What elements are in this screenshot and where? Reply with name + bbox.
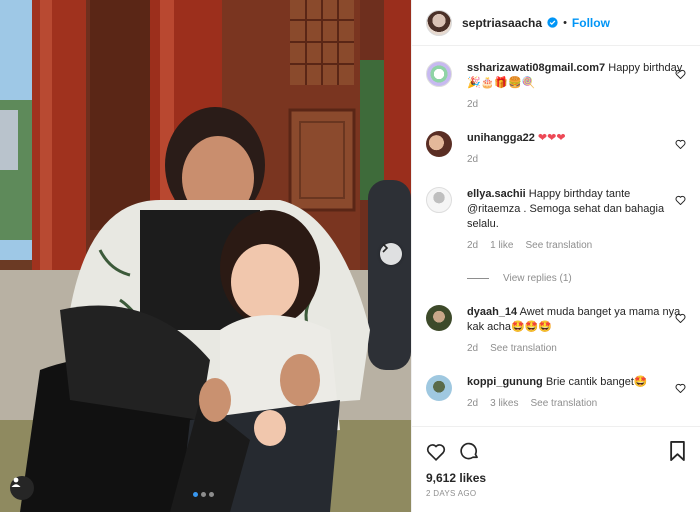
comment-age: 2d xyxy=(467,154,479,165)
comment-item: koppi_gunung Brie cantik banget🤩 2d 3 li… xyxy=(426,375,686,411)
post-date: 2 DAYS AGO xyxy=(426,489,477,498)
header-separator: • xyxy=(563,16,567,29)
comment-username[interactable]: ellya.sachii xyxy=(467,188,526,200)
comment-username[interactable]: unihangga22 xyxy=(467,132,535,144)
comment-item: ssharizawati08gmail.com7 Happy birthday … xyxy=(426,61,686,112)
comment-icon[interactable] xyxy=(460,441,480,461)
comment-avatar[interactable] xyxy=(426,61,452,87)
heart-icon[interactable] xyxy=(426,442,446,461)
photo-illustration xyxy=(0,0,411,512)
action-bar xyxy=(426,439,686,463)
replies-divider xyxy=(467,278,489,279)
comment-age: 2d xyxy=(467,343,479,354)
comments-list: ssharizawati08gmail.com7 Happy birthday … xyxy=(412,47,700,425)
next-photo-button[interactable] xyxy=(380,243,402,265)
carousel-indicator xyxy=(193,492,214,497)
comment-likes-count[interactable]: 1 like xyxy=(490,238,513,253)
carousel-dot xyxy=(201,492,206,497)
comment-avatar[interactable] xyxy=(426,375,452,401)
comment-username[interactable]: ssharizawati08gmail.com7 xyxy=(467,62,605,74)
comment-like-heart-icon[interactable] xyxy=(675,383,686,396)
comment-age: 2d xyxy=(467,240,479,251)
see-translation-link[interactable]: See translation xyxy=(490,341,557,356)
comment-like-heart-icon[interactable] xyxy=(675,313,686,326)
comment-like-heart-icon[interactable] xyxy=(675,69,686,82)
see-translation-link[interactable]: See translation xyxy=(530,396,597,411)
carousel-dot xyxy=(193,492,198,497)
comment-username[interactable]: koppi_gunung xyxy=(467,376,543,388)
comment-like-heart-icon[interactable] xyxy=(675,139,686,152)
verified-badge-icon xyxy=(547,17,558,28)
comment-text: Brie cantik banget🤩 xyxy=(545,376,648,388)
bookmark-icon[interactable] xyxy=(669,441,686,461)
post-sidebar: septriasaacha • Follow ssharizawati08gma… xyxy=(411,0,700,512)
comment-text: ❤❤❤ xyxy=(537,132,566,144)
follow-button[interactable]: Follow xyxy=(572,16,610,30)
view-replies-link[interactable]: View replies (1) xyxy=(467,273,572,284)
comment-age: 2d xyxy=(467,99,479,110)
comment-item: unihangga22 ❤❤❤ 2d xyxy=(426,131,686,167)
author-username[interactable]: septriasaacha xyxy=(462,16,542,30)
author-avatar[interactable] xyxy=(426,9,452,36)
comment-avatar[interactable] xyxy=(426,131,452,157)
post-photo[interactable] xyxy=(0,0,411,512)
post-actions: 9,612 likes 2 DAYS AGO xyxy=(412,426,700,498)
comment-avatar[interactable] xyxy=(426,305,452,331)
comment-age: 2d xyxy=(467,398,479,409)
carousel-dot xyxy=(209,492,214,497)
comment-item: ellya.sachii Happy birthday tante @ritae… xyxy=(426,187,686,253)
comment-item: dyaah_14 Awet muda banget ya mama nya ka… xyxy=(426,305,686,356)
tagged-users-button[interactable] xyxy=(10,476,34,500)
comment-like-heart-icon[interactable] xyxy=(675,195,686,208)
post-header: septriasaacha • Follow xyxy=(412,0,700,46)
likes-count[interactable]: 9,612 likes xyxy=(426,471,686,485)
comment-username[interactable]: dyaah_14 xyxy=(467,306,517,318)
comment-likes-count[interactable]: 3 likes xyxy=(490,396,518,411)
view-replies-label: View replies (1) xyxy=(503,273,572,284)
comment-avatar[interactable] xyxy=(426,187,452,213)
see-translation-link[interactable]: See translation xyxy=(525,238,592,253)
